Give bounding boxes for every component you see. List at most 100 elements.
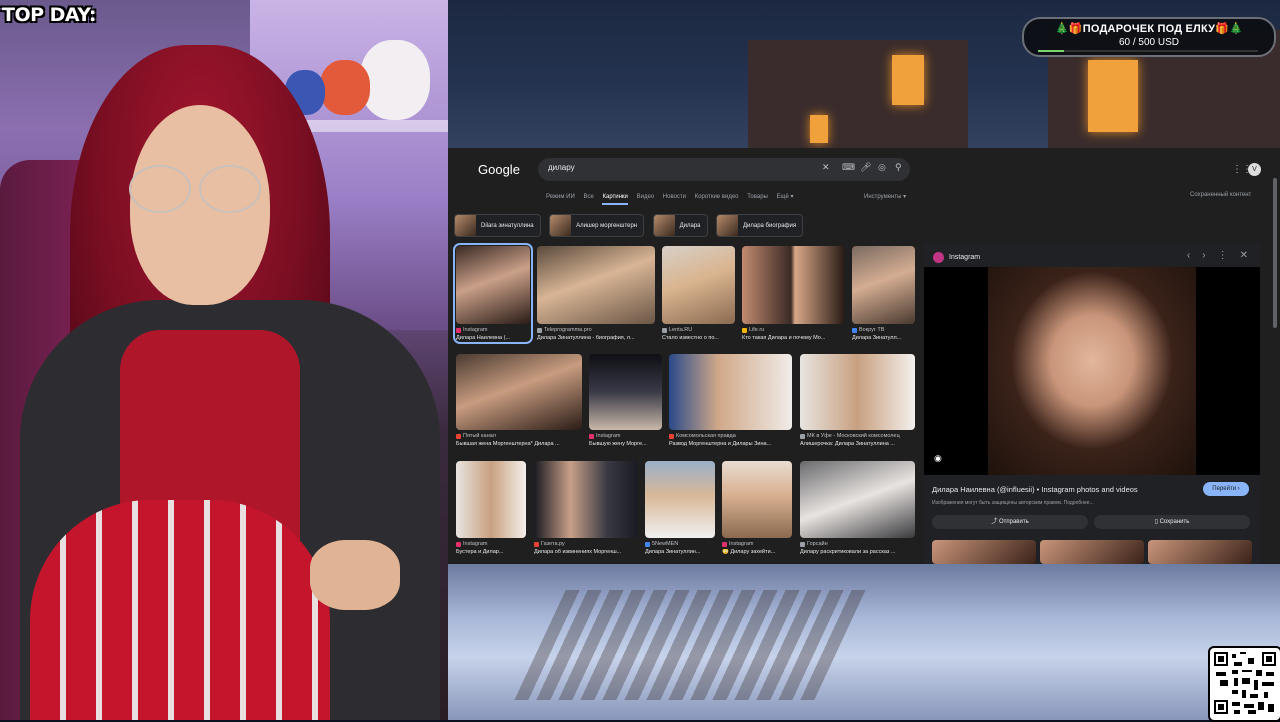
avatar[interactable]: V: [1248, 163, 1261, 176]
result-source: Life.ru: [742, 327, 844, 333]
result-title[interactable]: Алишерочка: Дилара Зинатуллина ...: [800, 441, 915, 447]
search-icon[interactable]: ⚲: [895, 162, 902, 173]
result-title[interactable]: Бывшую жену Морге...: [589, 441, 662, 447]
saved-content-link[interactable]: Сохраненный контент: [1190, 192, 1251, 198]
image-result[interactable]: Lenta.RU Стало известно о по...: [662, 246, 735, 341]
lens-icon[interactable]: ◎: [878, 162, 886, 173]
image-result[interactable]: МК в Уфе - Московский комсомолец Алишеро…: [800, 354, 915, 447]
panel-source[interactable]: Instagram: [933, 252, 980, 263]
result-image[interactable]: [800, 354, 915, 430]
prev-icon[interactable]: ‹: [1187, 250, 1190, 261]
result-title[interactable]: Дилара об извинениях Моргенш...: [534, 549, 638, 555]
lens-icon[interactable]: ◉: [934, 453, 942, 464]
result-image[interactable]: [800, 461, 915, 538]
source-icon: [722, 541, 727, 547]
clear-icon[interactable]: ✕: [822, 162, 830, 173]
tab-short-videos[interactable]: Короткие видео: [695, 194, 739, 200]
result-image[interactable]: [589, 354, 662, 430]
image-result[interactable]: Вокруг ТВ Дилара Зинатулл...: [852, 246, 915, 341]
google-logo[interactable]: Google: [478, 162, 520, 177]
image-result[interactable]: Instagram Бывшую жену Морге...: [589, 354, 662, 447]
source-icon: [800, 541, 805, 547]
related-thumbnail[interactable]: [1040, 540, 1144, 564]
tools-menu[interactable]: Инструменты ▾: [864, 193, 906, 200]
result-title[interactable]: 😳 Дилару захейти...: [722, 549, 792, 555]
result-image[interactable]: [852, 246, 915, 324]
more-icon[interactable]: ⋮: [1218, 250, 1228, 261]
tab-products[interactable]: Товары: [747, 194, 768, 200]
result-image[interactable]: [456, 461, 526, 538]
chip[interactable]: Dilara зинатуллина: [454, 214, 541, 237]
source-icon: [456, 327, 461, 333]
keyboard-icon[interactable]: ⌨: [842, 162, 855, 173]
chip[interactable]: Дилара биография: [715, 214, 804, 237]
result-title[interactable]: Дилара Зинатуллин...: [645, 549, 715, 555]
result-title[interactable]: Бывшая жена Моргенштерна* Дилара ...: [456, 441, 582, 447]
tab-ai-mode[interactable]: Режим ИИ: [546, 194, 575, 200]
result-title[interactable]: Развод Моргенштерна и Дилары Зина...: [669, 441, 792, 447]
related-thumbnail[interactable]: [1148, 540, 1252, 564]
donation-amount: 60 / 500 USD: [1118, 37, 1180, 48]
image-result[interactable]: 5NewMEN Дилара Зинатуллин...: [645, 461, 715, 555]
tab-news[interactable]: Новости: [663, 194, 686, 200]
source-icon: [742, 327, 747, 333]
result-image[interactable]: [669, 354, 792, 430]
chip-thumbnail: [716, 215, 738, 236]
result-source: МК в Уфе - Московский комсомолец: [800, 433, 915, 439]
panel-nav: ‹ › ⋮ ✕: [1175, 250, 1248, 261]
save-button[interactable]: ▯ Сохранить: [1094, 515, 1250, 529]
tab-more[interactable]: Ещё ▾: [777, 194, 794, 200]
result-image[interactable]: [722, 461, 792, 538]
result-source: Instagram: [722, 541, 792, 547]
image-result[interactable]: Instagram Бустера и Дилар...: [456, 461, 526, 555]
result-title[interactable]: Дилара Зинатулл...: [852, 335, 915, 341]
result-title[interactable]: Стало известно о по...: [662, 335, 735, 341]
related-thumbnail[interactable]: [932, 540, 1036, 564]
streamer-pants: [30, 500, 330, 720]
image-result[interactable]: Instagram 😳 Дилару захейти...: [722, 461, 792, 555]
image-result-selected[interactable]: Instagram Дилара Наилевна (...: [453, 243, 533, 344]
result-title[interactable]: Дилару раскритиковали за рассказ ...: [800, 549, 915, 555]
result-image[interactable]: [742, 246, 844, 324]
result-source: Instagram: [589, 433, 662, 439]
scrollbar[interactable]: [1273, 178, 1277, 328]
house: [748, 40, 968, 148]
tab-video[interactable]: Видео: [637, 194, 655, 200]
result-image[interactable]: [456, 354, 582, 430]
search-input[interactable]: дилару: [548, 163, 575, 172]
result-image[interactable]: [537, 246, 655, 324]
donation-progress-bar: [1038, 50, 1258, 52]
preview-title[interactable]: Дилара Наилевна (@influesii) • Instagram…: [932, 485, 1138, 494]
source-icon: [800, 433, 805, 439]
chip[interactable]: Дилара: [652, 214, 708, 237]
result-title[interactable]: Дилара Зинатуллина - биография, л...: [537, 335, 655, 341]
result-source: 5NewMEN: [645, 541, 715, 547]
related-chips: Dilara зинатуллина Алишер моргенштерн Ди…: [454, 214, 807, 237]
source-icon: [589, 433, 594, 439]
image-result[interactable]: Газета.ру Дилара об извинениях Моргенш..…: [534, 461, 638, 555]
result-title[interactable]: Дилара Наилевна (...: [456, 335, 530, 341]
source-icon: [852, 327, 857, 333]
share-button[interactable]: ⤴ Отправить: [932, 515, 1088, 529]
close-icon[interactable]: ✕: [1240, 250, 1248, 261]
next-icon[interactable]: ›: [1202, 250, 1205, 261]
tab-images[interactable]: Картинки: [602, 194, 628, 205]
image-result[interactable]: Комсомольская правда Развод Моргенштерна…: [669, 354, 792, 447]
result-title[interactable]: Бустера и Дилар...: [456, 549, 526, 555]
image-result[interactable]: Teleprogramma.pro Дилара Зинатуллина - б…: [537, 246, 655, 341]
result-image[interactable]: [534, 461, 638, 538]
chip[interactable]: Алишер моргенштерн: [549, 214, 645, 237]
tab-all[interactable]: Все: [583, 194, 593, 200]
result-source: Пятый канал: [456, 433, 582, 439]
result-image[interactable]: [645, 461, 715, 538]
image-result[interactable]: Life.ru Кто такая Дилара и почему Мо...: [742, 246, 844, 341]
microphone-icon[interactable]: 🎤︎: [860, 162, 871, 173]
preview-image[interactable]: [988, 267, 1196, 475]
visit-button[interactable]: Перейти ›: [1203, 482, 1249, 496]
result-image[interactable]: [662, 246, 735, 324]
search-bar[interactable]: дилару ✕ ⌨ 🎤︎ ◎ ⚲: [538, 158, 910, 181]
image-result[interactable]: Горсайн Дилару раскритиковали за рассказ…: [800, 461, 915, 555]
result-image[interactable]: [456, 246, 530, 324]
result-title[interactable]: Кто такая Дилара и почему Мо...: [742, 335, 844, 341]
image-result[interactable]: Пятый канал Бывшая жена Моргенштерна* Ди…: [456, 354, 582, 447]
